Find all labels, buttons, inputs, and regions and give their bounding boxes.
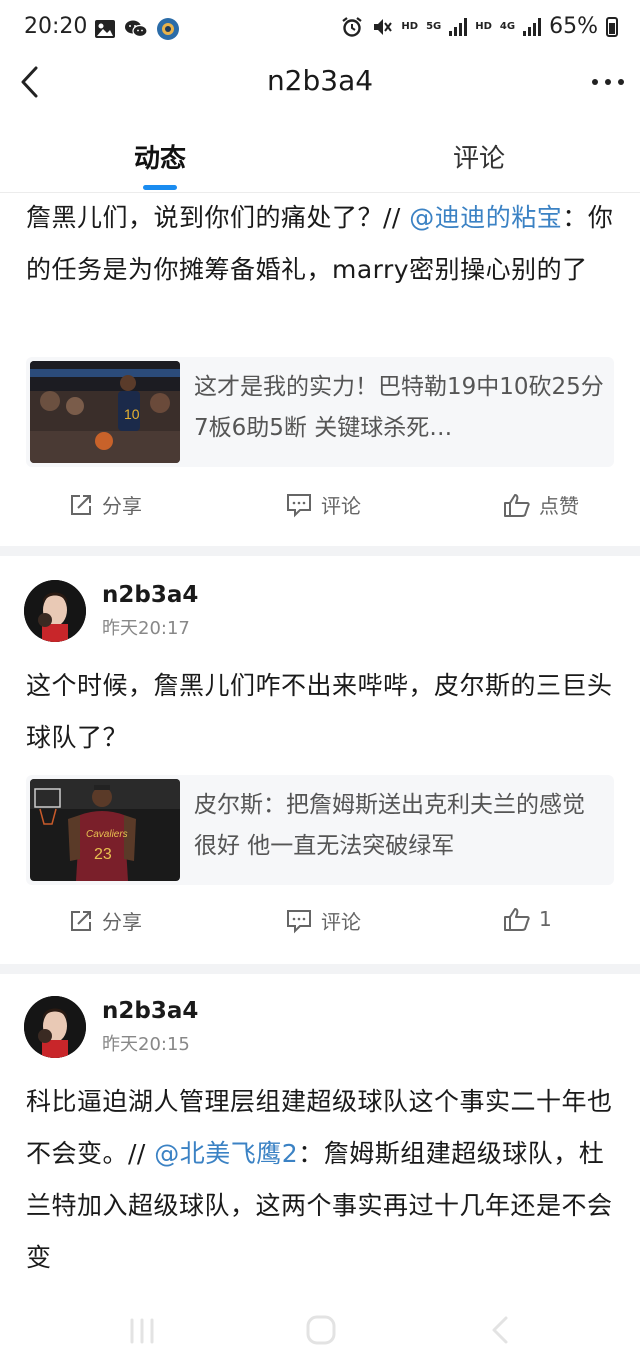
post-divider	[0, 546, 640, 556]
share-label: 分享	[102, 494, 142, 518]
share-icon	[71, 910, 91, 931]
like-button[interactable]: 点赞	[503, 490, 579, 519]
post-3-author: n2b3a4 昨天20:15	[0, 996, 640, 1060]
network-4g-label: 4G	[499, 20, 516, 32]
post-2-author: n2b3a4 昨天20:17	[0, 580, 640, 644]
share-button[interactable]: 分享	[68, 490, 142, 519]
card-thumbnail-basketball: 10	[30, 361, 180, 463]
wechat-icon	[125, 20, 148, 38]
share-label: 分享	[102, 910, 142, 934]
tab-feed[interactable]: 动态	[134, 138, 186, 175]
page-title: n2b3a4	[266, 64, 374, 97]
system-navigation-bar	[0, 1300, 640, 1372]
system-back-icon[interactable]	[488, 1314, 512, 1346]
network-5g-label: 5G	[426, 20, 442, 32]
post-2-actions: 分享 评论 1	[0, 906, 640, 946]
more-options-icon[interactable]	[592, 70, 624, 94]
app-notification-icon	[157, 18, 179, 40]
nav-bar: n2b3a4	[0, 58, 640, 108]
avatar[interactable]	[24, 996, 86, 1058]
tab-bar: 动态 评论	[0, 124, 640, 193]
svg-text:23: 23	[94, 846, 112, 863]
post-3-text: 科比逼迫湖人管理层组建超级球队这个事实二十年也不会变。// @北美飞鹰2：詹姆斯…	[26, 1076, 616, 1284]
gallery-icon	[95, 20, 115, 38]
comment-button[interactable]: 评论	[285, 906, 361, 935]
comment-label: 评论	[321, 910, 361, 934]
like-count: 1	[539, 907, 552, 931]
tab-comments[interactable]: 评论	[453, 138, 505, 175]
author-name[interactable]: n2b3a4	[102, 582, 198, 608]
avatar[interactable]	[24, 580, 86, 642]
thumbs-up-icon	[504, 908, 530, 931]
signal-1-icon	[449, 17, 468, 36]
alarm-icon	[342, 16, 363, 37]
card-title: 这才是我的实力！巴特勒19中10砍25分7板6助5断 关键球杀死…	[194, 374, 604, 441]
like-label: 点赞	[539, 494, 579, 518]
mute-icon	[374, 18, 393, 35]
battery-icon	[606, 16, 618, 37]
post-2-link-card[interactable]: Cavaliers 23 皮尔斯：把詹姆斯送出克利夫兰的感觉很好 他一直无法突破…	[26, 775, 614, 885]
mention-link[interactable]: @迪迪的粘宝	[409, 203, 562, 232]
share-button[interactable]: 分享	[68, 906, 142, 935]
svg-text:10: 10	[124, 406, 140, 422]
post-1-text-part: 詹黑儿们，说到你们的痛处了？//	[26, 203, 410, 232]
post-divider	[0, 964, 640, 974]
active-tab-indicator	[143, 185, 177, 190]
recent-apps-icon[interactable]	[128, 1316, 156, 1346]
author-name[interactable]: n2b3a4	[102, 998, 198, 1024]
hd-badge-2: HD	[475, 20, 492, 32]
home-icon[interactable]	[305, 1314, 337, 1346]
post-timestamp: 昨天20:17	[102, 618, 190, 639]
mention-link[interactable]: @北美飞鹰2	[154, 1139, 298, 1168]
battery-percent: 65%	[549, 14, 598, 39]
like-button[interactable]: 1	[503, 906, 552, 932]
status-time: 20:20	[24, 14, 88, 39]
status-bar: 20:20 HD 5G HD 4G 65%	[0, 0, 640, 58]
comment-icon	[287, 909, 311, 933]
post-1-link-card[interactable]: 10 这才是我的实力！巴特勒19中10砍25分7板6助5断 关键球杀死…	[26, 357, 614, 467]
comment-button[interactable]: 评论	[285, 490, 361, 519]
post-1-text: 詹黑儿们，说到你们的痛处了？// @迪迪的粘宝：你的任务是为你摊筹备婚礼，mar…	[26, 192, 616, 296]
card-title: 皮尔斯：把詹姆斯送出克利夫兰的感觉很好 他一直无法突破绿军	[194, 792, 585, 859]
svg-text:Cavaliers: Cavaliers	[86, 829, 128, 840]
thumbs-up-icon	[504, 493, 530, 517]
card-thumbnail-player: Cavaliers 23	[30, 779, 180, 881]
share-icon	[71, 494, 91, 515]
hd-badge-1: HD	[401, 20, 419, 32]
post-2-text: 这个时候，詹黑儿们咋不出来哔哔，皮尔斯的三巨头球队了？	[26, 671, 613, 752]
post-timestamp: 昨天20:15	[102, 1034, 190, 1055]
signal-2-icon	[523, 17, 542, 36]
comment-icon	[287, 493, 311, 517]
comment-label: 评论	[321, 494, 361, 518]
post-1-actions: 分享 评论 点赞	[0, 490, 640, 530]
